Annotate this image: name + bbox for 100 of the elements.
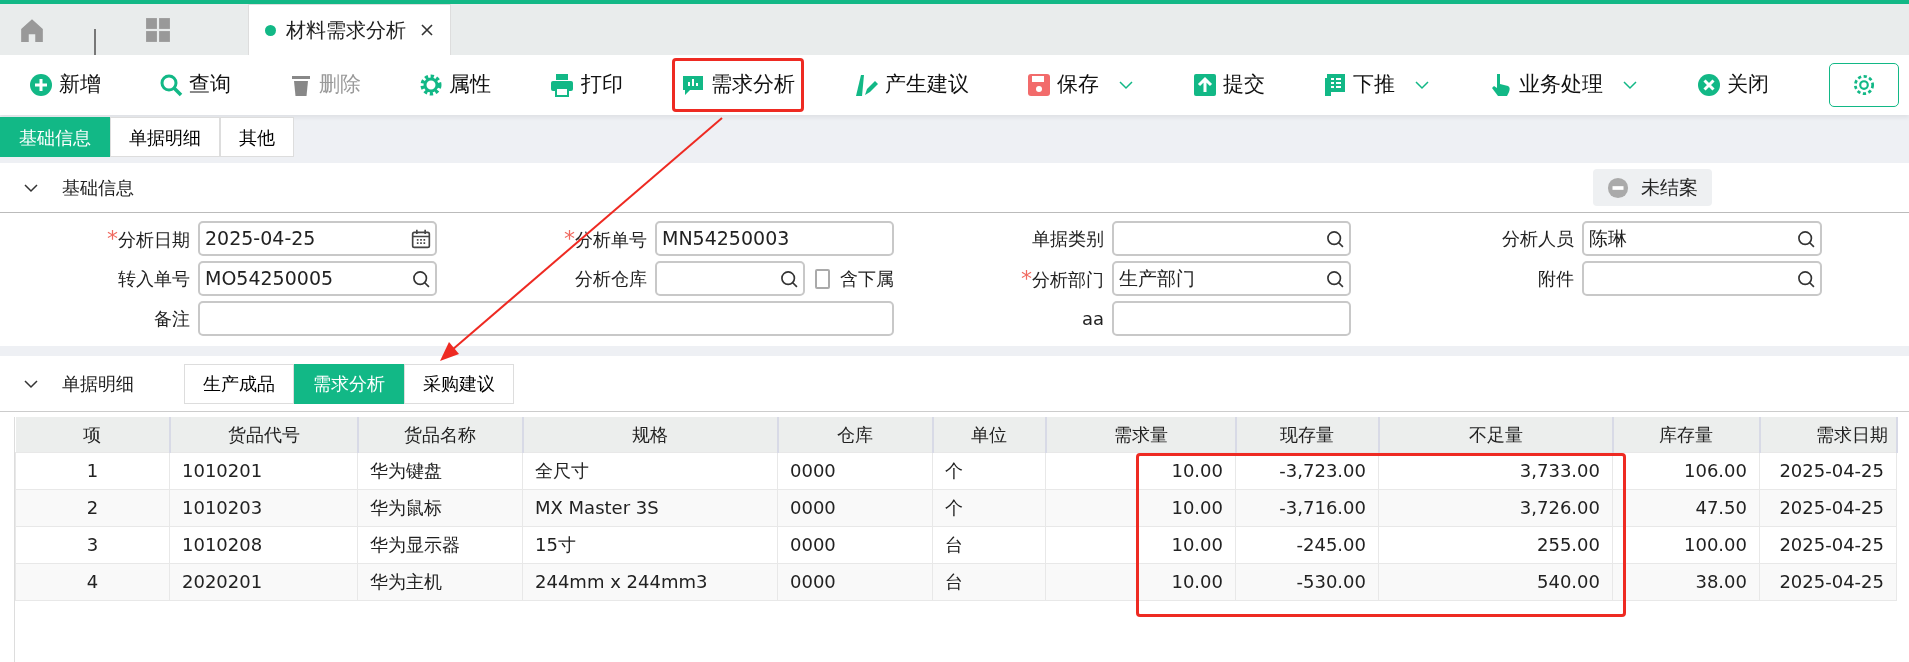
table-cell: -530.00	[1235, 563, 1379, 600]
field-label-text: 单据类别	[1032, 228, 1104, 249]
toolbar-button[interactable]: 保存	[1018, 58, 1144, 112]
section-title: 单据明细	[62, 372, 134, 396]
table-cell: 3,733.00	[1378, 452, 1613, 489]
input-field[interactable]	[1112, 301, 1351, 336]
input-field[interactable]: MN54250003	[655, 221, 894, 256]
input-field[interactable]	[1582, 261, 1822, 296]
upload-icon	[1193, 73, 1217, 97]
field-label-text: 备注	[154, 308, 190, 329]
input-field[interactable]	[1112, 221, 1351, 256]
table-cell: -3,716.00	[1235, 489, 1379, 526]
close-icon	[1697, 73, 1721, 97]
trash-icon	[289, 73, 313, 97]
search-icon	[1796, 228, 1816, 249]
table-cell: 2025-04-25	[1759, 563, 1897, 600]
table-cell: MX Master 3S	[522, 489, 778, 526]
calendar-icon	[411, 228, 431, 249]
table-cell: 10.00	[1045, 526, 1236, 563]
form-tab[interactable]: 其他	[220, 117, 294, 157]
section-title: 基础信息	[62, 176, 134, 200]
toolbar-button[interactable]: 查询	[150, 58, 240, 112]
table-cell: 台	[932, 563, 1046, 600]
toolbar-button[interactable]: 需求分析	[672, 58, 804, 112]
minus-icon	[1607, 176, 1629, 199]
table-cell: 1	[15, 452, 170, 489]
table-cell: 华为鼠标	[357, 489, 523, 526]
input-field[interactable]: 陈琳	[1582, 221, 1822, 256]
table-cell: 1010208	[169, 526, 358, 563]
table-cell: 华为显示器	[357, 526, 523, 563]
table-cell: 个	[932, 452, 1046, 489]
table-cell: 全尺寸	[522, 452, 778, 489]
floppy-icon	[1027, 73, 1051, 97]
table-cell: 255.00	[1378, 526, 1613, 563]
field-label-text: 分析日期	[118, 229, 190, 250]
table-cell: -3,723.00	[1235, 452, 1379, 489]
table-cell: 个	[932, 489, 1046, 526]
settings-icon	[1851, 72, 1877, 98]
field-label-text: 附件	[1538, 268, 1574, 289]
toolbar-button[interactable]: 关闭	[1688, 58, 1778, 112]
input-field[interactable]: MO54250005	[198, 261, 437, 296]
table-cell: 47.50	[1612, 489, 1760, 526]
input-field[interactable]	[198, 301, 894, 336]
table-cell: 0000	[777, 452, 933, 489]
form-tab[interactable]: 单据明细	[110, 117, 220, 157]
table-cell: 华为键盘	[357, 452, 523, 489]
column-header: 不足量	[1378, 417, 1613, 452]
column-header: 单位	[932, 417, 1046, 452]
table-cell: 244mm x 244mm3	[522, 563, 778, 600]
column-header: 规格	[522, 417, 778, 452]
status-dot	[265, 24, 276, 36]
toolbar-button[interactable]: 打印	[540, 58, 632, 112]
close-icon[interactable]	[420, 23, 434, 37]
pen-icon	[853, 73, 879, 97]
table-cell: 100.00	[1612, 526, 1760, 563]
table-cell: 540.00	[1378, 563, 1613, 600]
required-mark: *	[564, 226, 575, 251]
field-label-text: 转入单号	[118, 268, 190, 289]
table-cell: 0000	[777, 563, 933, 600]
document-icon	[1323, 73, 1347, 97]
table-cell: 2025-04-25	[1759, 489, 1897, 526]
table-cell: 0000	[777, 526, 933, 563]
toolbar-button[interactable]: 属性	[410, 58, 500, 112]
table-cell: 2	[15, 489, 170, 526]
table-cell: 1010201	[169, 452, 358, 489]
toolbar-button[interactable]: 业务处理	[1480, 58, 1648, 112]
table-cell: 0000	[777, 489, 933, 526]
checkbox[interactable]	[815, 268, 830, 289]
search-icon	[1325, 228, 1345, 249]
table-cell: 3	[15, 526, 170, 563]
field-label-text: aa	[1081, 308, 1104, 329]
toolbar-button[interactable]: 产生建议	[844, 58, 978, 112]
table-cell: 台	[932, 526, 1046, 563]
input-field[interactable]	[655, 261, 805, 296]
toolbar-button[interactable]: 下推	[1314, 58, 1440, 112]
table-cell: 10.00	[1045, 452, 1236, 489]
window-tab[interactable]: 材料需求分析	[248, 4, 451, 55]
column-header: 仓库	[777, 417, 933, 452]
detail-tab[interactable]: 生产成品	[184, 363, 294, 404]
required-mark: *	[107, 226, 118, 251]
table-cell: 106.00	[1612, 452, 1760, 489]
chart-icon	[681, 73, 705, 97]
field-label-text: 分析人员	[1502, 228, 1574, 249]
table-cell: 1010203	[169, 489, 358, 526]
detail-tab[interactable]: 采购建议	[404, 363, 514, 404]
column-header: 需求日期	[1759, 417, 1897, 452]
pointing-hand-icon	[1489, 73, 1513, 97]
toolbar-button[interactable]: 提交	[1184, 58, 1274, 112]
search-icon	[1796, 268, 1816, 289]
input-field[interactable]: 生产部门	[1112, 261, 1351, 296]
field-label-text: 分析部门	[1032, 269, 1104, 290]
plus-icon	[29, 73, 53, 97]
required-mark: *	[1021, 266, 1032, 291]
status-text: 未结案	[1641, 175, 1698, 201]
field-label-text: 分析仓库	[575, 268, 647, 289]
toolbar-button[interactable]: 新增	[20, 58, 110, 112]
input-field[interactable]: 2025-04-25	[198, 221, 437, 256]
column-header: 需求量	[1045, 417, 1236, 452]
settings-button[interactable]	[1829, 63, 1899, 107]
column-header: 货品名称	[357, 417, 523, 452]
